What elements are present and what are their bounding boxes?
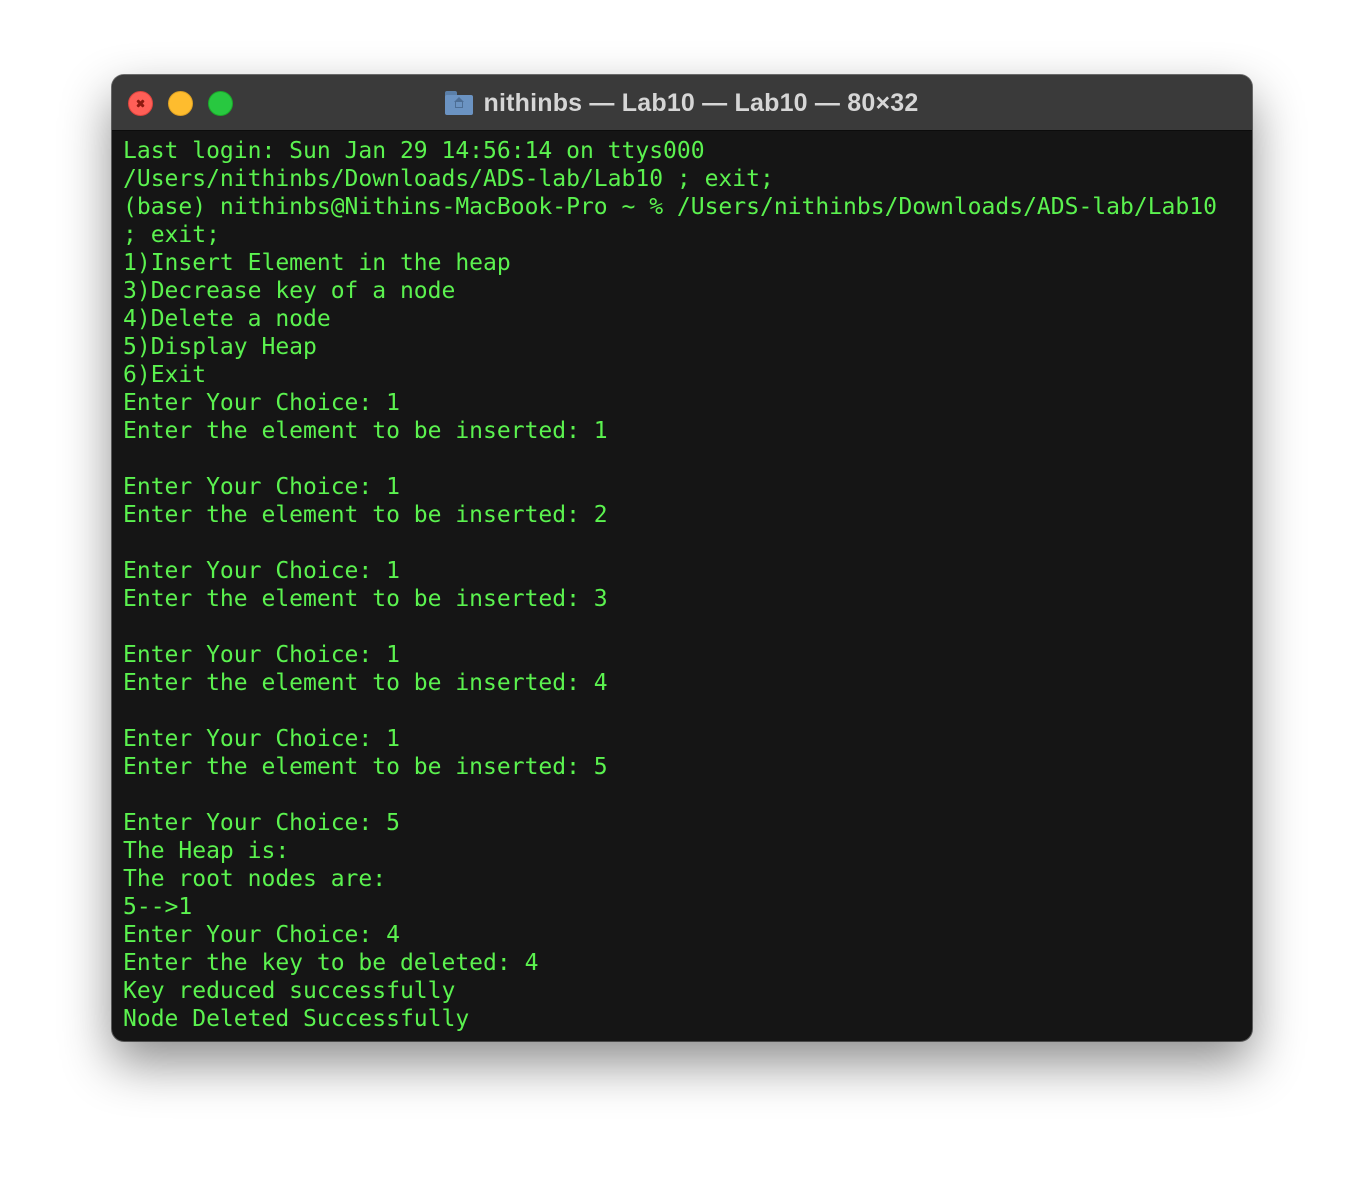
terminal-output[interactable]: Last login: Sun Jan 29 14:56:14 on ttys0…: [123, 137, 1252, 1041]
terminal-line: Enter the element to be inserted: 2: [123, 502, 608, 528]
terminal-line: Enter Your Choice: 1: [123, 390, 400, 416]
terminal-window: nithinbs — Lab10 — Lab10 — 80×32 Last lo…: [112, 75, 1252, 1041]
terminal-line: Enter Your Choice: 5: [123, 810, 400, 836]
terminal-line: Last login: Sun Jan 29 14:56:14 on ttys0…: [123, 138, 705, 164]
terminal-line: Enter the element to be inserted: 1: [123, 418, 608, 444]
terminal-line: Key reduced successfully: [123, 978, 456, 1004]
terminal-line: 4)Delete a node: [123, 306, 331, 332]
terminal-line: Enter Your Choice: 1: [123, 474, 400, 500]
terminal-line: Enter the element to be inserted: 5: [123, 754, 608, 780]
terminal-line: Enter the key to be deleted: 4: [123, 950, 539, 976]
window-title: nithinbs — Lab10 — Lab10 — 80×32: [483, 88, 919, 117]
title-bar[interactable]: nithinbs — Lab10 — Lab10 — 80×32: [112, 75, 1252, 131]
terminal-line: 5-->1: [123, 894, 193, 920]
terminal-line: Enter Your Choice: 1: [123, 726, 400, 752]
terminal-line: Enter the element to be inserted: 3: [123, 586, 608, 612]
window-title-area: nithinbs — Lab10 — Lab10 — 80×32: [112, 75, 1252, 131]
terminal-line: (base) nithinbs@Nithins-MacBook-Pro ~ % …: [123, 194, 1217, 220]
terminal-line: Enter the element to be inserted: 4: [123, 670, 608, 696]
terminal-line: The Heap is:: [123, 838, 290, 864]
terminal-line: 3)Decrease key of a node: [123, 278, 456, 304]
terminal-line: 5)Display Heap: [123, 334, 317, 360]
terminal-line: 1)Insert Element in the heap: [123, 250, 511, 276]
terminal-line: The root nodes are:: [123, 866, 387, 892]
home-folder-icon: [445, 91, 474, 115]
terminal-line: Enter Your Choice: 1: [123, 558, 400, 584]
terminal-line: Node Deleted Successfully: [123, 1006, 470, 1032]
terminal-line: /Users/nithinbs/Downloads/ADS-lab/Lab10 …: [123, 166, 774, 192]
terminal-line: Enter Your Choice: 1: [123, 642, 400, 668]
terminal-line: Enter Your Choice: 4: [123, 922, 400, 948]
terminal-line: 6)Exit: [123, 362, 207, 388]
terminal-line: ; exit;: [123, 222, 220, 248]
